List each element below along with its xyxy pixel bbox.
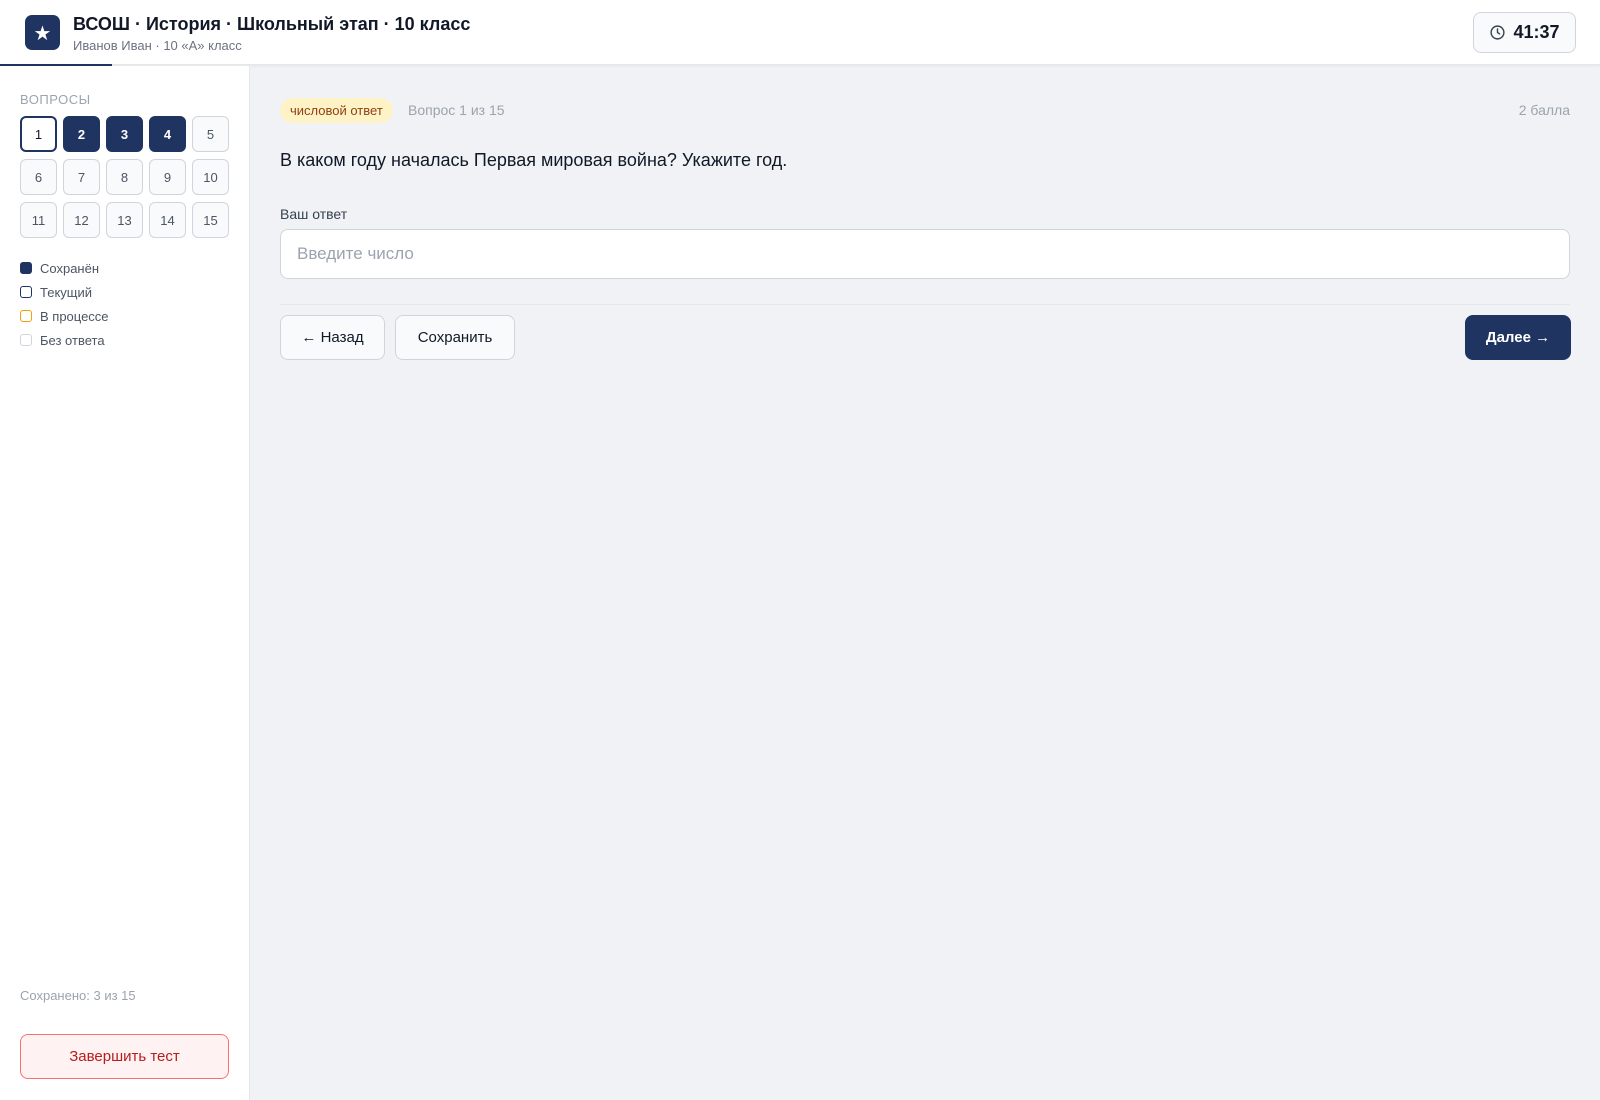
question-button-4[interactable]: 4 [149, 116, 186, 152]
question-button-10[interactable]: 10 [192, 159, 229, 195]
legend-swatch-empty [20, 334, 32, 346]
legend-label: В процессе [40, 308, 109, 324]
question-button-1[interactable]: 1 [20, 116, 57, 152]
legend-label: Без ответа [40, 332, 105, 348]
legend-label: Текущий [40, 284, 92, 300]
answer-label: Ваш ответ [280, 206, 348, 222]
timer-value: 41:37 [1513, 22, 1560, 42]
question-button-5[interactable]: 5 [192, 116, 229, 152]
finish-test-button[interactable]: Завершить тест [20, 1034, 229, 1079]
question-points: 2 балла [1518, 102, 1570, 118]
back-button[interactable]: ← Назад [280, 315, 385, 360]
divider [280, 304, 1570, 305]
student-info: Иванов Иван · 10 «А» класс [73, 38, 242, 53]
legend-swatch-current [20, 286, 32, 298]
timer: 41:37 [1473, 12, 1576, 53]
legend-item-progress: В процессе [20, 304, 109, 328]
question-button-6[interactable]: 6 [20, 159, 57, 195]
question-button-2[interactable]: 2 [63, 116, 100, 152]
question-grid: 1 2 3 4 5 6 7 8 9 10 11 12 13 14 15 [20, 116, 229, 238]
question-button-12[interactable]: 12 [63, 202, 100, 238]
star-logo-icon: ★ [25, 15, 60, 50]
question-text: В каком году началась Первая мировая вой… [280, 150, 788, 170]
legend-swatch-saved [20, 262, 32, 274]
question-button-13[interactable]: 13 [106, 202, 143, 238]
legend-item-saved: Сохранён [20, 256, 109, 280]
question-button-11[interactable]: 11 [20, 202, 57, 238]
sidebar: Вопросы 1 2 3 4 5 6 7 8 9 10 11 12 13 14 15 Сохранён Те… [0, 66, 250, 1100]
top-header: ★ ВСОШ · История · Школьный этап · 10 кл… [0, 0, 1600, 65]
page-title: ВСОШ · История · Школьный этап · 10 клас… [73, 14, 471, 34]
save-button[interactable]: Сохранить [395, 315, 515, 360]
question-button-14[interactable]: 14 [149, 202, 186, 238]
question-button-9[interactable]: 9 [149, 159, 186, 195]
legend-swatch-progress [20, 310, 32, 322]
next-button[interactable]: Далее → [1465, 315, 1571, 360]
legend: Сохранён Текущий В процессе Без ответа [20, 256, 109, 352]
questions-heading: Вопросы [20, 92, 91, 107]
question-button-7[interactable]: 7 [63, 159, 100, 195]
legend-item-empty: Без ответа [20, 328, 109, 352]
question-type-badge: числовой ответ [280, 98, 393, 123]
legend-label: Сохранён [40, 260, 100, 276]
question-button-3[interactable]: 3 [106, 116, 143, 152]
saved-count: Сохранено: 3 из 15 [20, 988, 136, 1003]
legend-item-current: Текущий [20, 280, 109, 304]
clock-icon [1490, 25, 1506, 40]
question-button-15[interactable]: 15 [192, 202, 229, 238]
question-button-8[interactable]: 8 [106, 159, 143, 195]
question-number: Вопрос 1 из 15 [408, 102, 505, 118]
answer-input[interactable] [280, 229, 1570, 279]
